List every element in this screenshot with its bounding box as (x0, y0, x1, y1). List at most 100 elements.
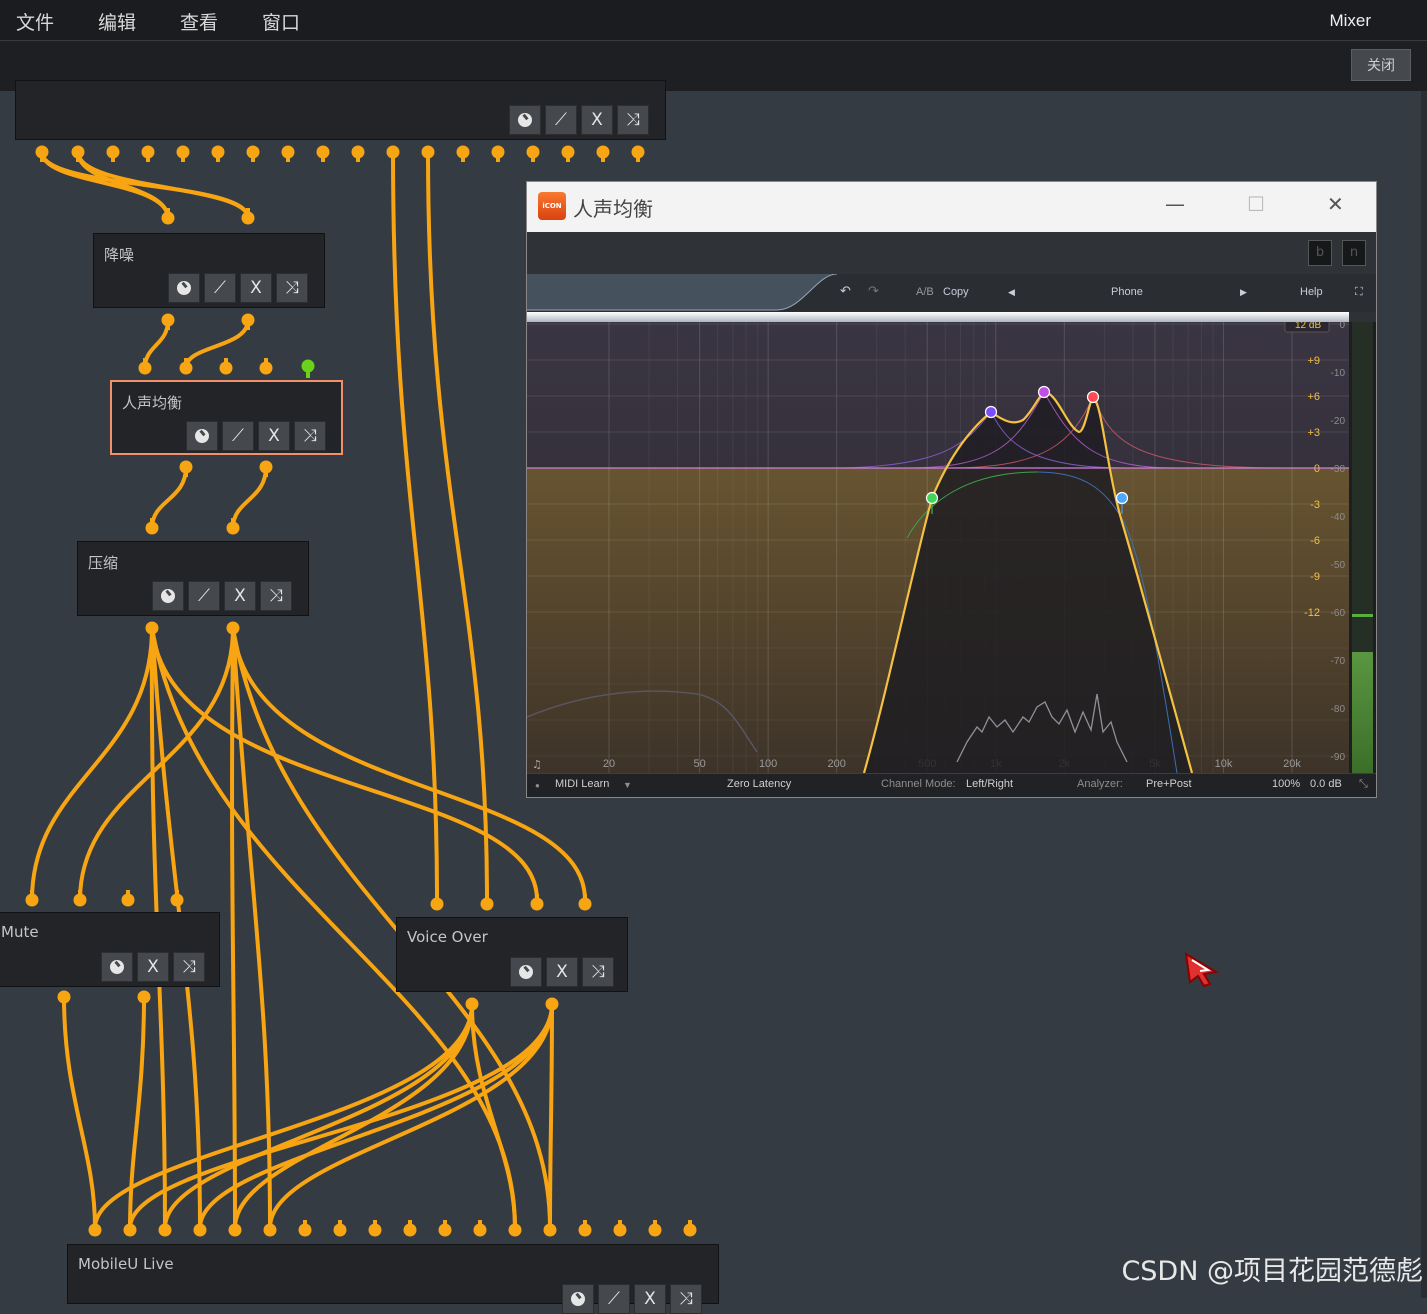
port[interactable] (219, 361, 233, 375)
port[interactable] (106, 145, 120, 159)
port[interactable] (193, 1223, 207, 1237)
header-button-n[interactable]: n (1342, 240, 1366, 266)
node-edit-button[interactable]: ⟋ (222, 421, 254, 451)
port[interactable] (35, 145, 49, 159)
port[interactable] (508, 1223, 522, 1237)
port[interactable] (298, 1223, 312, 1237)
port[interactable] (228, 1223, 242, 1237)
maximize-button[interactable]: ☐ (1247, 192, 1265, 216)
port[interactable] (316, 145, 330, 159)
zero-latency-button[interactable]: Zero Latency (727, 778, 791, 790)
port[interactable] (145, 621, 159, 635)
node-bypass-button[interactable]: X (581, 105, 613, 135)
port[interactable] (145, 521, 159, 535)
port[interactable] (561, 145, 575, 159)
node-settings-button[interactable] (101, 952, 133, 982)
node-edit-button[interactable]: ⟋ (204, 273, 236, 303)
port[interactable] (368, 1223, 382, 1237)
redo-button[interactable]: ↷ (868, 283, 879, 299)
node-edit-button[interactable]: ⟋ (188, 581, 220, 611)
port[interactable] (179, 361, 193, 375)
port[interactable] (351, 145, 365, 159)
port[interactable] (456, 145, 470, 159)
node-settings-button[interactable] (168, 273, 200, 303)
port[interactable] (25, 893, 39, 907)
port[interactable] (246, 145, 260, 159)
minimize-button[interactable]: — (1165, 192, 1185, 216)
node-bypass-button[interactable]: X (634, 1284, 666, 1314)
band-node[interactable] (1115, 491, 1129, 505)
preset-prev-button[interactable]: ◀ (1008, 287, 1015, 298)
port[interactable] (226, 521, 240, 535)
output-gain-value[interactable]: 0.0 dB (1310, 778, 1342, 790)
ab-button[interactable]: A/B (916, 286, 934, 298)
port[interactable] (473, 1223, 487, 1237)
fullscreen-button[interactable]: ⛶ (1355, 286, 1363, 299)
port[interactable] (578, 897, 592, 911)
node-settings-button[interactable] (152, 581, 184, 611)
port[interactable] (613, 1223, 627, 1237)
node-bypass-button[interactable]: X (546, 957, 578, 987)
node-shuffle-button[interactable]: ⤨ (173, 952, 205, 982)
port[interactable] (71, 145, 85, 159)
port[interactable] (161, 211, 175, 225)
eq-display[interactable]: 20501002005001k2k5k10k20k +9+6+30-3-6-9-… (527, 322, 1376, 773)
port[interactable] (141, 145, 155, 159)
port[interactable] (170, 893, 184, 907)
help-button[interactable]: Help (1300, 286, 1323, 298)
port[interactable] (211, 145, 225, 159)
port[interactable] (161, 313, 175, 327)
port[interactable] (121, 893, 135, 907)
node-settings-button[interactable] (186, 421, 218, 451)
header-button-b[interactable]: b (1308, 240, 1332, 266)
port[interactable] (176, 145, 190, 159)
port[interactable] (578, 1223, 592, 1237)
port[interactable] (333, 1223, 347, 1237)
node-bypass-button[interactable]: X (224, 581, 256, 611)
preset-name[interactable]: Phone (1111, 286, 1143, 298)
port[interactable] (543, 1223, 557, 1237)
node-edit-button[interactable]: ⟋ (598, 1284, 630, 1314)
port-active[interactable] (301, 359, 315, 373)
band-node[interactable] (984, 405, 998, 419)
port[interactable] (88, 1223, 102, 1237)
preset-next-button[interactable]: ▶ (1240, 287, 1247, 298)
eq-titlebar[interactable]: iCON 人声均衡 — ☐ ✕ (527, 182, 1376, 232)
port[interactable] (386, 145, 400, 159)
port[interactable] (226, 621, 240, 635)
port[interactable] (263, 1223, 277, 1237)
band-node[interactable] (1037, 385, 1051, 399)
node-bypass-button[interactable]: X (240, 273, 272, 303)
port[interactable] (281, 145, 295, 159)
port[interactable] (596, 145, 610, 159)
eq-plugin-window[interactable]: iCON 人声均衡 — ☐ ✕ b n ↶ ↷ A/B Copy ◀ Phone… (526, 181, 1377, 798)
node-voice-over[interactable]: Voice Over X ⤨ (396, 917, 628, 992)
band-node[interactable] (1086, 390, 1100, 404)
zoom-value[interactable]: 100% (1272, 778, 1300, 790)
port[interactable] (73, 893, 87, 907)
port[interactable] (526, 145, 540, 159)
copy-button[interactable]: Copy (943, 286, 969, 298)
node-shuffle-button[interactable]: ⤨ (260, 581, 292, 611)
port[interactable] (438, 1223, 452, 1237)
node-settings-button[interactable] (562, 1284, 594, 1314)
node-settings-button[interactable] (510, 957, 542, 987)
node-shuffle-button[interactable]: ⤨ (670, 1284, 702, 1314)
band-node[interactable] (925, 491, 939, 505)
port[interactable] (158, 1223, 172, 1237)
node-shuffle-button[interactable]: ⤨ (294, 421, 326, 451)
port[interactable] (138, 361, 152, 375)
port[interactable] (648, 1223, 662, 1237)
port[interactable] (530, 897, 544, 911)
port[interactable] (545, 997, 559, 1011)
port[interactable] (179, 460, 193, 474)
node-mute[interactable]: Mute X ⤨ (0, 912, 220, 987)
node-vocal-eq[interactable]: 人声均衡 ⟋ X ⤨ (110, 380, 343, 455)
node-mobileu-live-top[interactable]: ⟋ X ⤨ (15, 80, 666, 140)
port[interactable] (465, 997, 479, 1011)
channel-mode-value[interactable]: Left/Right (966, 778, 1013, 790)
node-shuffle-button[interactable]: ⤨ (276, 273, 308, 303)
node-denoise[interactable]: 降噪 ⟋ X ⤨ (93, 233, 325, 308)
port[interactable] (403, 1223, 417, 1237)
port[interactable] (259, 361, 273, 375)
